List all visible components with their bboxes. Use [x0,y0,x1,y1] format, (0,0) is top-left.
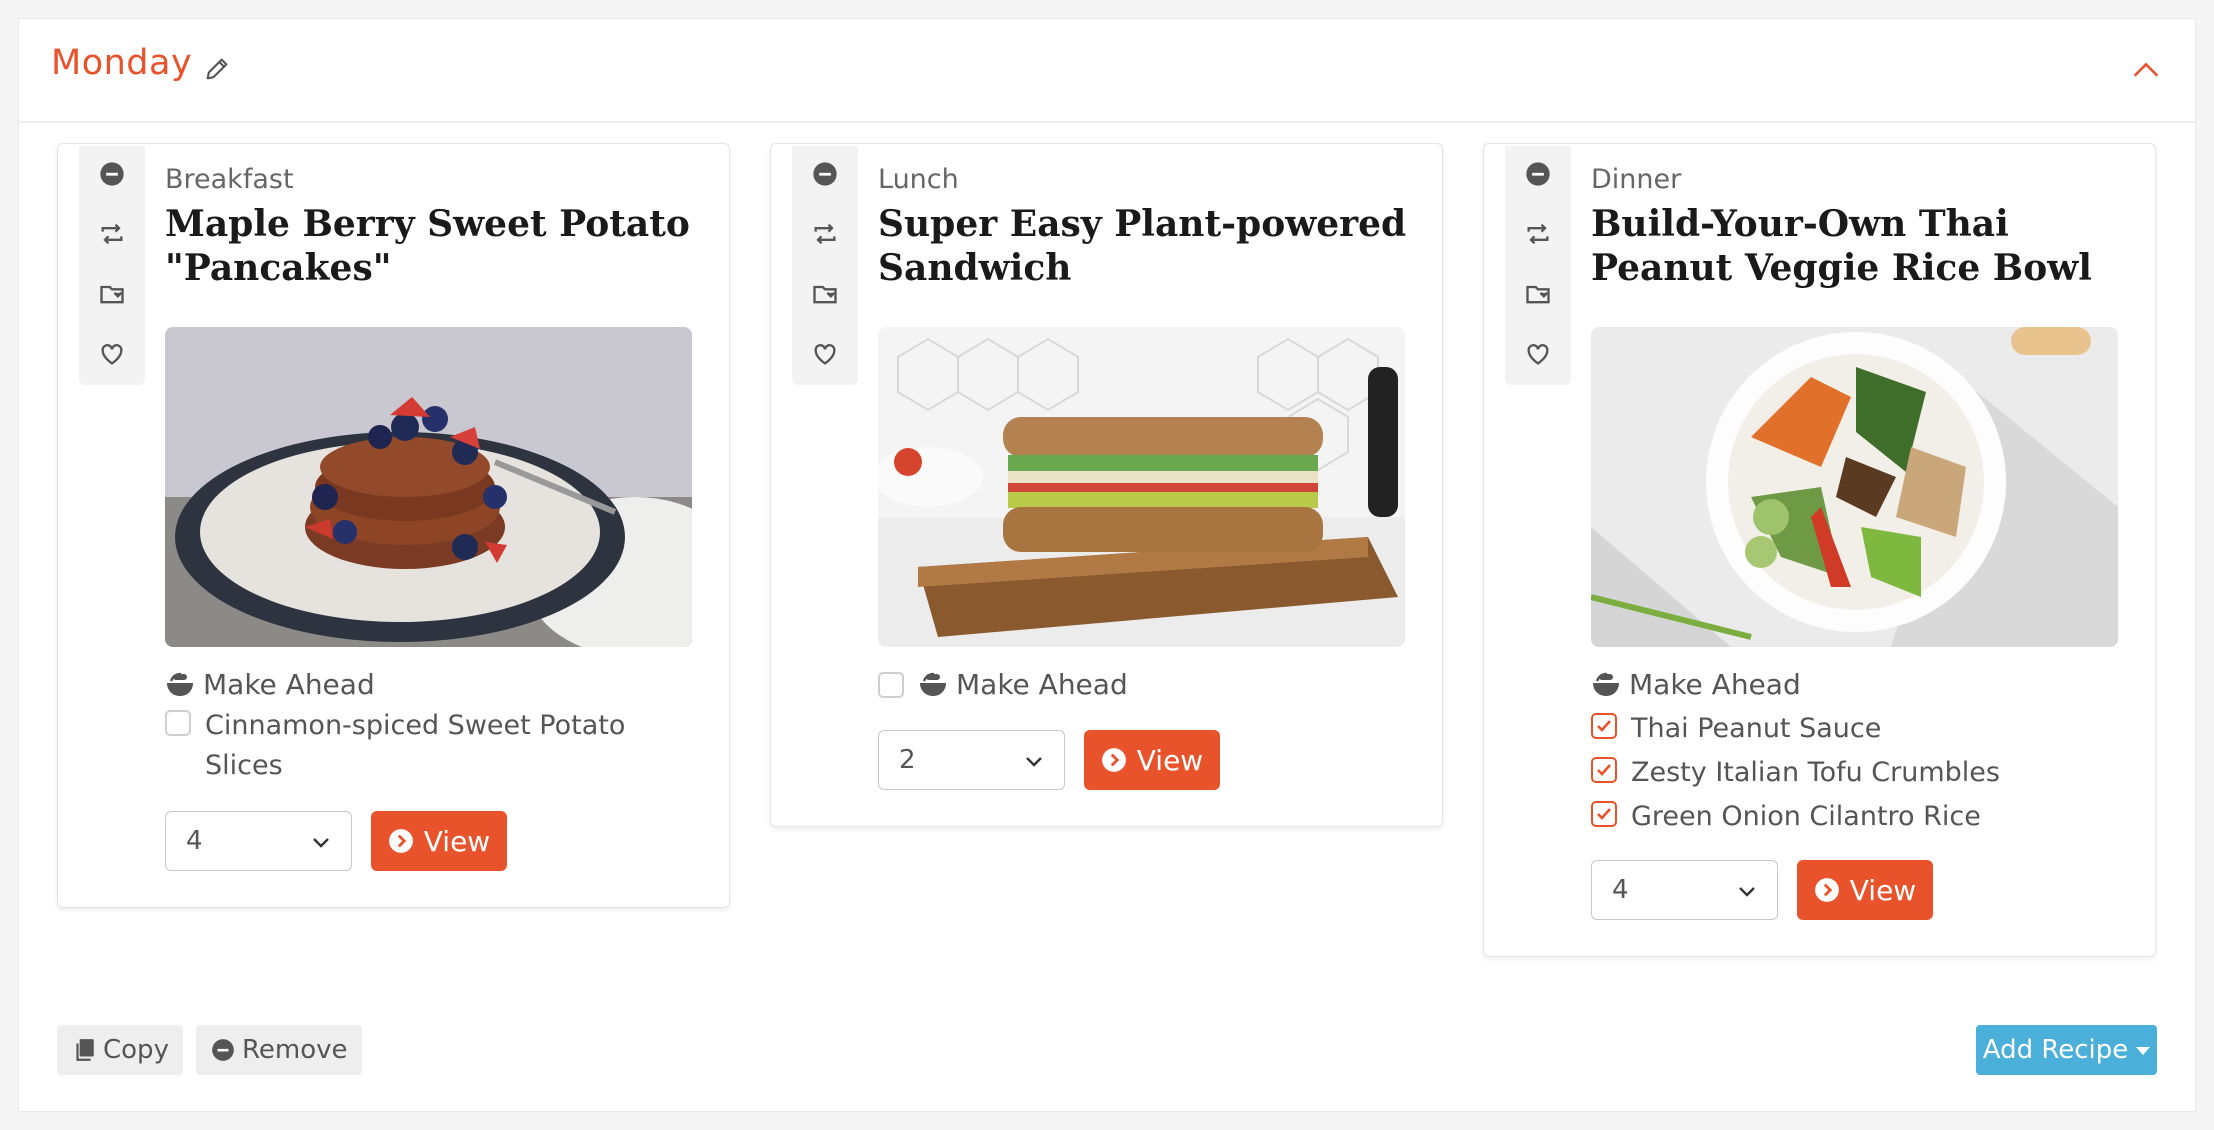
meal-type: Breakfast [165,164,294,195]
play-circle-icon [1101,748,1126,772]
make-ahead-item[interactable]: Thai Peanut Sauce [1591,709,1881,749]
view-label: View [423,824,491,858]
card-tools [1505,146,1571,385]
view-button[interactable]: View [1797,860,1933,920]
add-recipe-label: Add Recipe [1982,1035,2129,1065]
bowl-icon [1593,672,1619,696]
folder-icon[interactable] [811,280,839,308]
day-header: Monday [19,19,2195,123]
view-label: View [1136,743,1204,777]
view-button[interactable]: View [1084,730,1220,790]
make-ahead-label: Make Ahead [203,668,375,701]
minus-circle-icon[interactable] [1524,160,1552,188]
servings-value: 2 [899,745,916,775]
chevron-down-icon [1739,887,1755,897]
chevron-down-icon [1026,757,1042,767]
make-ahead: Make Ahead [878,668,1128,701]
make-ahead-checkbox[interactable] [1591,801,1617,827]
chevron-down-icon [313,838,329,848]
make-ahead: Make Ahead [1591,668,1801,701]
swap-icon[interactable] [1524,220,1552,248]
recipe-photo[interactable] [1591,327,2118,647]
minus-circle-icon [212,1039,234,1061]
make-ahead-item-label: Zesty Italian Tofu Crumbles [1631,757,2000,788]
make-ahead-checkbox[interactable] [165,710,191,736]
recipe-title[interactable]: Super Easy Plant-powered Sandwich [878,202,1418,290]
view-label: View [1849,873,1917,907]
make-ahead-item-label: Thai Peanut Sauce [1631,713,1882,744]
make-ahead-item[interactable]: Green Onion Cilantro Rice [1591,797,1981,837]
folder-icon[interactable] [1524,280,1552,308]
copy-icon [76,1039,94,1061]
make-ahead-item-label: Green Onion Cilantro Rice [1631,801,1981,832]
remove-label: Remove [242,1035,348,1065]
make-ahead-checkbox[interactable] [878,671,904,698]
make-ahead-label: Make Ahead [1629,668,1801,701]
meal-type: Dinner [1591,164,1682,195]
copy-label: Copy [103,1035,169,1065]
day-title: Monday [51,43,193,83]
heart-icon[interactable] [811,340,839,368]
heart-icon[interactable] [1524,340,1552,368]
bowl-icon [167,672,193,696]
make-ahead-label: Make Ahead [956,668,1128,701]
recipe-title[interactable]: Maple Berry Sweet Potato "Pancakes" [165,202,705,290]
card-tools [79,146,145,385]
bowl-icon [920,672,946,696]
view-button[interactable]: View [371,811,507,871]
minus-circle-icon[interactable] [811,160,839,188]
copy-button[interactable]: Copy [57,1025,183,1075]
make-ahead-item[interactable]: Zesty Italian Tofu Crumbles [1591,753,2000,793]
meal-card-breakfast: Breakfast Maple Berry Sweet Potato "Panc… [57,143,730,908]
meal-card-lunch: Lunch Super Easy Plant-powered Sandwich [770,143,1443,827]
play-circle-icon [388,829,413,853]
recipe-photo[interactable] [165,327,692,647]
servings-select[interactable]: 2 [878,730,1065,790]
meal-card-dinner: Dinner Build-Your-Own Thai Peanut Veggie… [1483,143,2156,957]
make-ahead-checkbox[interactable] [1591,713,1617,739]
play-circle-icon [1814,878,1839,902]
servings-select[interactable]: 4 [1591,860,1778,920]
card-tools [792,146,858,385]
heart-icon[interactable] [98,340,126,368]
servings-value: 4 [186,826,203,856]
recipe-photo[interactable] [878,327,1405,647]
servings-select[interactable]: 4 [165,811,352,871]
add-recipe-button[interactable]: Add Recipe [1976,1025,2157,1075]
servings-value: 4 [1612,875,1629,905]
swap-icon[interactable] [811,220,839,248]
pencil-icon[interactable] [203,55,231,83]
make-ahead-item-label: Cinnamon-spiced Sweet Potato Slices [205,710,626,781]
recipe-title[interactable]: Build-Your-Own Thai Peanut Veggie Rice B… [1591,202,2131,290]
meal-type: Lunch [878,164,959,195]
make-ahead: Make Ahead [165,668,375,701]
make-ahead-item[interactable]: Cinnamon-spiced Sweet Potato Slices [165,706,635,786]
remove-button[interactable]: Remove [196,1025,362,1075]
chevron-up-icon[interactable] [2129,53,2163,87]
make-ahead-checkbox[interactable] [1591,757,1617,783]
caret-down-icon [2136,1047,2151,1055]
swap-icon[interactable] [98,220,126,248]
minus-circle-icon[interactable] [98,160,126,188]
folder-icon[interactable] [98,280,126,308]
